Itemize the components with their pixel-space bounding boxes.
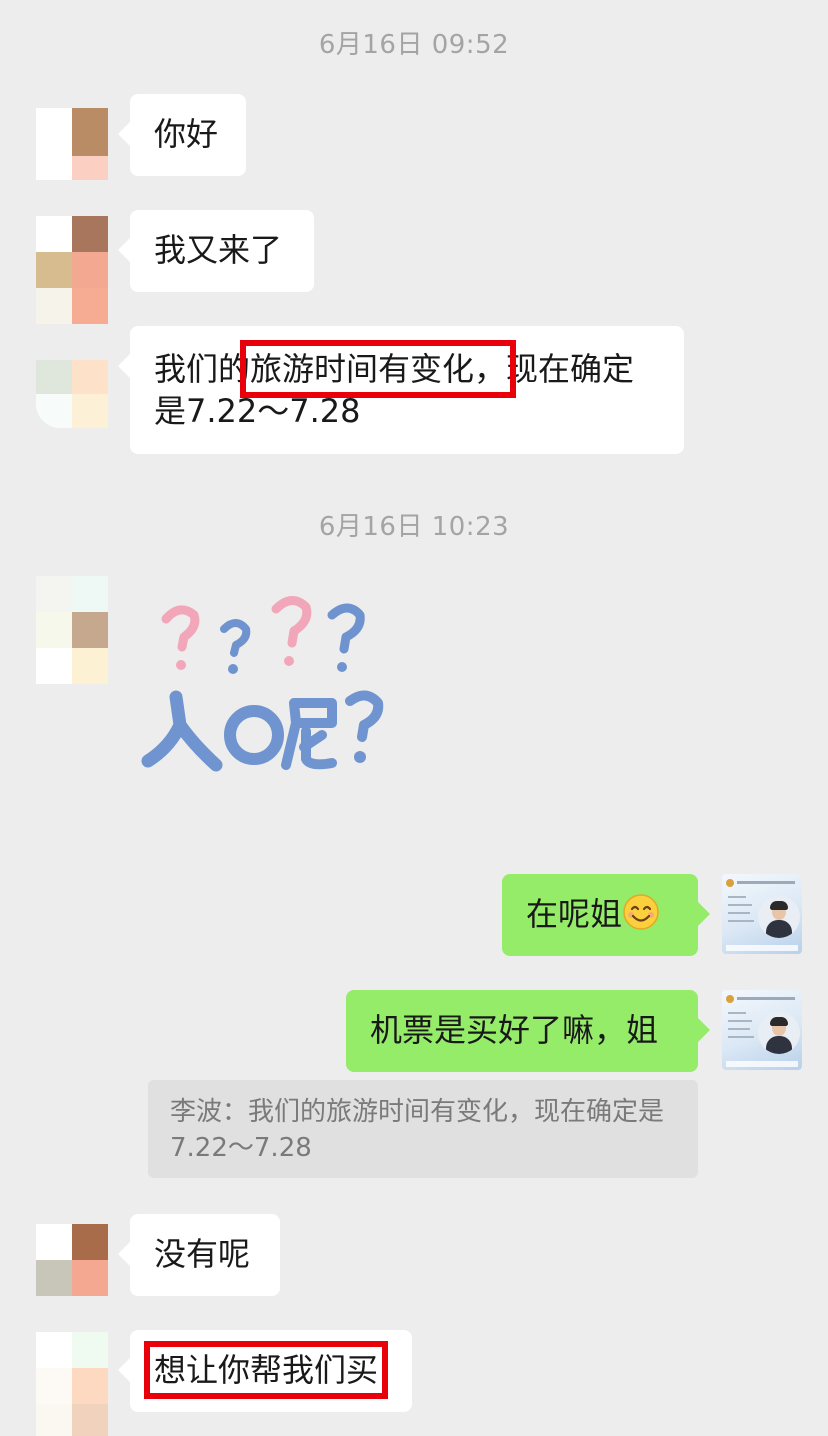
quoted-text: 李波：我们的旅游时间有变化，现在确定是7.22～7.28 [170,1097,665,1163]
contact-avatar[interactable] [36,1332,108,1436]
contact-avatar[interactable] [36,1224,108,1296]
contact-avatar[interactable] [36,108,108,180]
message-text: 你好 [154,115,219,153]
message-text: 我们的 [154,350,251,388]
message-text: 在呢姐 [526,895,623,933]
incoming-message[interactable]: 没有呢 [118,1214,280,1296]
highlighted-text: 旅游时间有变化， [240,340,517,398]
message-text: 机票是买好了嘛，姐 [370,1011,659,1049]
timestamp: 6月16日 09:52 [318,30,510,60]
my-avatar[interactable] [722,990,802,1070]
contact-avatar[interactable] [36,576,108,684]
incoming-message[interactable]: 我又来了 [118,210,314,292]
smiling-face-icon [623,894,659,930]
outgoing-message[interactable]: 在呢姐 [502,874,710,956]
contact-avatar[interactable] [36,360,108,428]
incoming-message[interactable]: 你好 [118,94,246,176]
my-avatar[interactable] [722,874,802,954]
message-text: 没有呢 [154,1235,251,1273]
incoming-message[interactable]: 想让你帮我们买 [118,1330,412,1412]
message-text: 我又来了 [154,231,283,269]
timestamp: 6月16日 10:23 [318,512,510,542]
highlighted-text: 想让你帮我们买 [143,1341,389,1399]
quoted-message[interactable]: 李波：我们的旅游时间有变化，现在确定是7.22～7.28 [148,1080,698,1178]
contact-avatar[interactable] [36,216,108,324]
sticker-image[interactable] [136,585,396,795]
outgoing-message[interactable]: 机票是买好了嘛，姐 [346,990,710,1072]
incoming-message[interactable]: 我们的旅游时间有变化，现在确定是7.22～7.28 [118,326,684,454]
